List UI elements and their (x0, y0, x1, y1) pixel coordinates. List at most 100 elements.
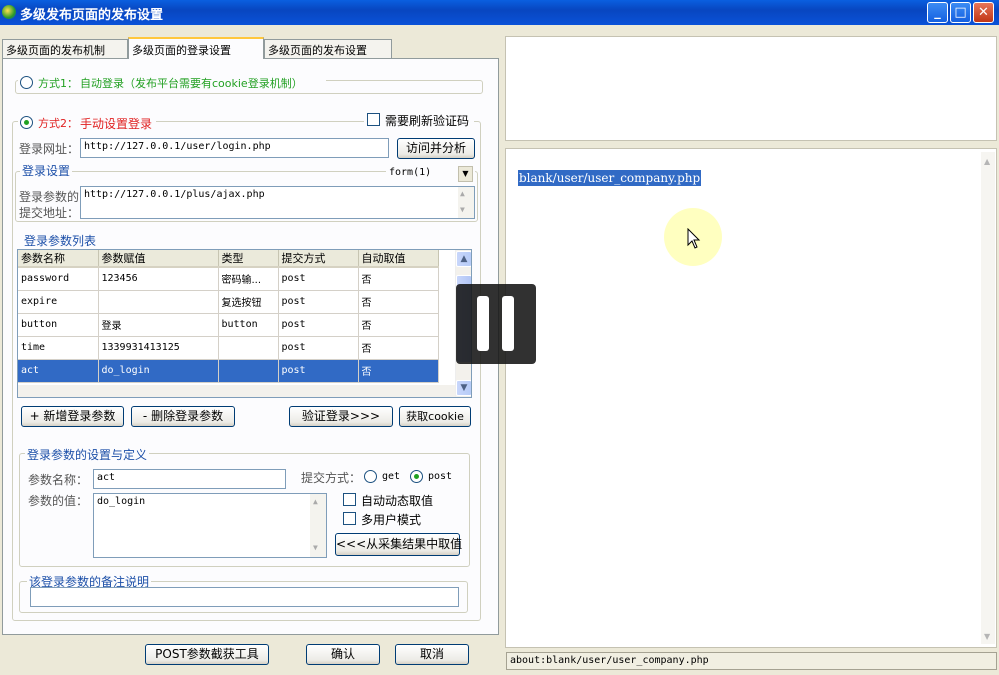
column-header[interactable]: 类型 (218, 250, 279, 268)
params-table[interactable]: 参数名称 参数赋值 类型 提交方式 自动取值 password 123456 密… (17, 249, 472, 398)
tab-publish-mechanism[interactable]: 多级页面的发布机制 (2, 39, 128, 58)
ok-button[interactable]: 确认 (306, 644, 380, 665)
column-header[interactable]: 提交方式 (278, 250, 359, 268)
table-cell: 复选按钮 (218, 290, 279, 314)
multi-user-checkbox[interactable] (343, 512, 356, 525)
scroll-up-icon[interactable]: ▲ (313, 497, 318, 506)
table-cell: expire (18, 290, 99, 314)
table-cell: time (18, 336, 99, 360)
get-cookie-button[interactable]: 获取cookie (399, 406, 471, 427)
column-header[interactable]: 自动取值 (358, 250, 439, 268)
table-header-row: 参数名称 参数赋值 类型 提交方式 自动取值 (18, 250, 439, 268)
table-cell: act (18, 359, 99, 383)
submit-url-textarea[interactable]: http://127.0.0.1/plus/ajax.php ▲ ▼ (80, 186, 475, 219)
form-select[interactable]: form(1) ▼ (386, 165, 475, 183)
mode2-radio[interactable] (20, 116, 33, 129)
scroll-down-icon[interactable]: ▼ (460, 205, 465, 214)
table-hscroll[interactable] (18, 385, 455, 397)
add-param-button[interactable]: + 新增登录参数 (21, 406, 124, 427)
method-get-radio[interactable] (364, 470, 377, 483)
scroll-up-icon[interactable]: ▲ (984, 157, 990, 166)
table-cell: button (18, 313, 99, 337)
mode2-prefix: 方式2： (38, 117, 78, 130)
browser-vscroll[interactable]: ▲ ▼ (981, 152, 995, 644)
table-cell: post (278, 336, 359, 360)
param-value-text: do_login (97, 496, 146, 507)
maximize-button[interactable]: □ (950, 2, 971, 23)
login-url-input[interactable]: http://127.0.0.1/user/login.php (80, 138, 389, 158)
form-select-value: form(1) (389, 167, 432, 178)
post-capture-tool-button[interactable]: POST参数截获工具 (145, 644, 269, 665)
mode1-radio[interactable] (20, 76, 33, 89)
table-row[interactable]: button 登录 button post 否 (18, 313, 439, 337)
param-value-scrollbar[interactable]: ▲ ▼ (310, 494, 326, 557)
table-row[interactable]: time 1339931413125 post 否 (18, 336, 439, 360)
column-header[interactable]: 参数赋值 (98, 250, 219, 268)
table-cell: 否 (358, 359, 439, 383)
title-bar[interactable]: 多级发布页面的发布设置 _ □ ✕ (0, 0, 999, 25)
mode1-label-wrap[interactable]: 方式1： 自动登录（发布平台需要有cookie登录机制） (18, 73, 326, 91)
scroll-down-icon[interactable]: ▼ (456, 380, 471, 396)
mode1-label: 自动登录（发布平台需要有cookie登录机制） (80, 77, 303, 90)
table-row[interactable]: expire 复选按钮 post 否 (18, 290, 439, 314)
scroll-up-icon[interactable]: ▲ (456, 251, 471, 267)
selected-text[interactable]: blank/user/user_company.php (518, 170, 702, 186)
remove-param-button[interactable]: - 删除登录参数 (131, 406, 235, 427)
chevron-down-icon[interactable]: ▼ (458, 166, 473, 182)
table-cell: button (218, 313, 279, 337)
analyze-button[interactable]: 访问并分析 (397, 138, 475, 159)
login-settings-label: 登录设置 (20, 162, 73, 179)
scroll-up-icon[interactable]: ▲ (460, 189, 465, 198)
column-header[interactable]: 参数名称 (18, 250, 99, 268)
param-value-label: 参数的值： (28, 494, 89, 508)
submit-url-value: http://127.0.0.1/plus/ajax.php (84, 189, 265, 200)
captcha-option[interactable]: 需要刷新验证码 (364, 111, 474, 129)
tab-login-settings[interactable]: 多级页面的登录设置 (128, 37, 264, 59)
app-icon (2, 5, 16, 19)
submit-url-label-2: 提交地址： (19, 206, 80, 220)
submit-url-scrollbar[interactable]: ▲ ▼ (458, 187, 474, 218)
table-cell: password (18, 267, 99, 291)
table-cell: post (278, 267, 359, 291)
table-cell: 123456 (98, 267, 219, 291)
minimize-button[interactable]: _ (927, 2, 948, 23)
mode2-label-wrap[interactable]: 方式2： 手动设置登录 (18, 113, 156, 131)
pause-icon[interactable] (456, 284, 536, 364)
browser-view-pane[interactable]: blank/user/user_company.php ▲ ▼ (505, 148, 997, 648)
login-url-label: 登录网址： (19, 142, 80, 156)
table-row[interactable]: password 123456 密码输... post 否 (18, 267, 439, 291)
params-list-label: 登录参数列表 (22, 232, 99, 249)
table-cell: 密码输... (218, 267, 279, 291)
table-cell: do_login (98, 359, 219, 383)
scroll-down-icon[interactable]: ▼ (984, 632, 990, 641)
define-group-label: 登录参数的设置与定义 (25, 446, 150, 463)
mouse-pointer-icon (687, 228, 701, 249)
table-cell: 1339931413125 (98, 336, 219, 360)
table-cell: 否 (358, 336, 439, 360)
submit-url-label-1: 登录参数的 (19, 190, 80, 204)
multi-user-label: 多用户模式 (361, 513, 422, 527)
table-cell: post (278, 313, 359, 337)
from-result-button[interactable]: <<<从采集结果中取值 (335, 533, 462, 556)
mode2-label: 手动设置登录 (80, 117, 153, 131)
cancel-button[interactable]: 取消 (395, 644, 469, 665)
close-button[interactable]: ✕ (973, 2, 994, 23)
table-row-selected[interactable]: act do_login post 否 (18, 359, 439, 383)
table-cell (218, 336, 279, 360)
tab-publish-settings[interactable]: 多级页面的发布设置 (264, 39, 392, 58)
captcha-checkbox[interactable] (367, 113, 380, 126)
method-post-radio[interactable] (410, 470, 423, 483)
scroll-down-icon[interactable]: ▼ (313, 543, 318, 552)
table-cell: 否 (358, 313, 439, 337)
table-cell: 登录 (98, 313, 219, 337)
status-text: about:blank/user/user_company.php (510, 655, 709, 666)
table-cell: post (278, 359, 359, 383)
param-value-textarea[interactable]: do_login ▲ ▼ (93, 493, 327, 558)
method-get-label: get (382, 471, 401, 482)
auto-value-checkbox[interactable] (343, 493, 356, 506)
remark-input[interactable] (30, 587, 459, 607)
param-name-input[interactable]: act (93, 469, 286, 489)
verify-login-button[interactable]: 验证登录>>> (289, 406, 393, 427)
method-label: 提交方式： (301, 471, 362, 485)
table-cell: post (278, 290, 359, 314)
